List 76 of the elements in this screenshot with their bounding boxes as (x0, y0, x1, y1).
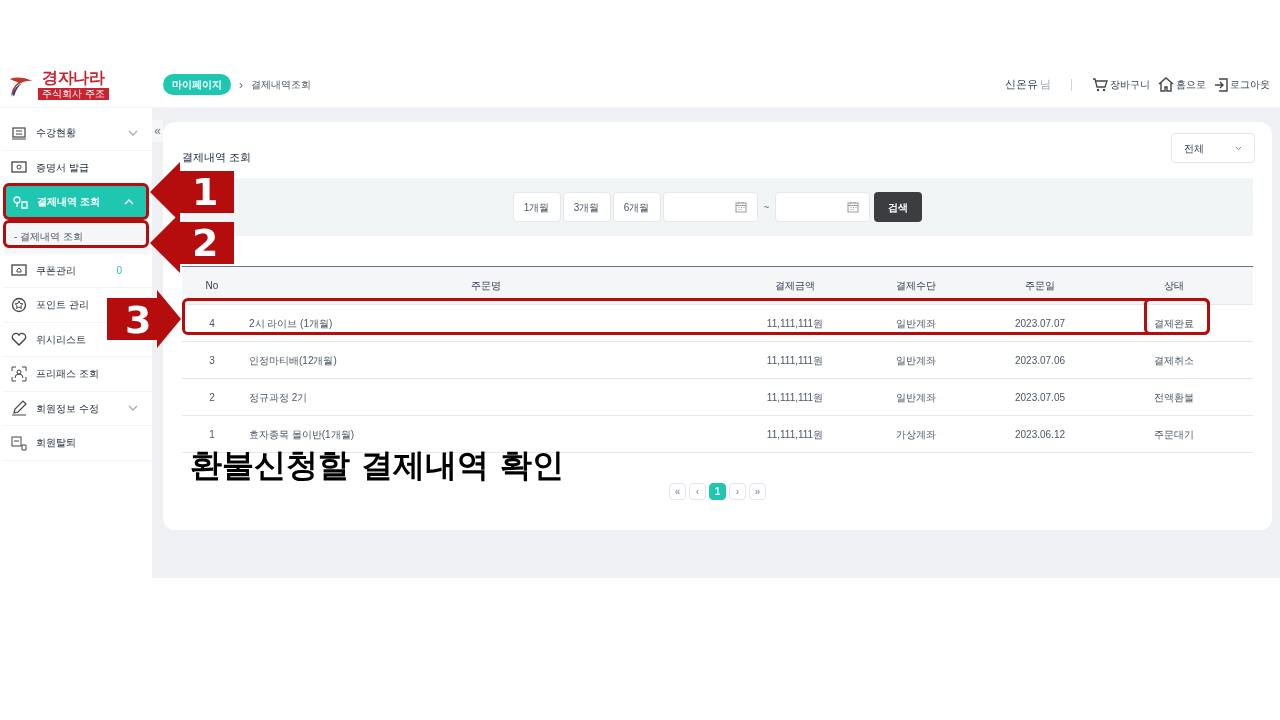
callout-number: 3 (125, 301, 152, 339)
header-link[interactable]: 장바구니 (1092, 77, 1150, 92)
date-separator: ~ (763, 200, 770, 215)
page-title: 결제내역 조회 (182, 149, 252, 165)
column-header: 주문명 (471, 279, 501, 293)
table-cell-text: 인정마티배(12개월) (249, 353, 337, 368)
sidebar-item[interactable]: 수강현황 (11, 120, 76, 145)
sidebar-item[interactable]: 회원정보 수정 (11, 396, 99, 421)
table-cell-text: 1 (209, 427, 215, 442)
sidebar-item[interactable]: 포인트 관리 (11, 292, 89, 317)
table-cell-text: 일반계좌 (896, 390, 936, 405)
table-cell-text: 2시 라이브 (1개월) (249, 316, 333, 331)
table-cell-text: 2023.07.06 (1014, 353, 1066, 368)
coupon-icon (11, 262, 27, 279)
header-link[interactable]: 홈으로 (1158, 77, 1206, 92)
star-badge-icon (11, 296, 27, 313)
search-button[interactable]: 검색 (874, 192, 923, 222)
table-cell-text: 2 (209, 390, 215, 405)
table-cell-text: 4 (209, 316, 215, 331)
period-button[interactable]: 6개월 (612, 192, 661, 222)
breadcrumb-current: 결제내역조회 (251, 78, 311, 92)
coupon-count: 0 (116, 263, 122, 278)
column-header: 결제금액 (775, 279, 815, 293)
chevron-icon (1235, 146, 1242, 150)
sidebar-item[interactable]: 프리패스 조회 (11, 361, 99, 386)
table-cell-text: 결제취소 (1154, 353, 1194, 368)
person-scan-icon (11, 365, 27, 382)
caption-text: 환불신청할 결제내역 확인 (190, 449, 565, 481)
date-field[interactable] (662, 192, 758, 222)
sidebar-item[interactable]: 쿠폰관리 (11, 258, 76, 283)
table-cell-text: 전액환불 (1154, 390, 1194, 405)
table-cell-text: 2023.07.05 (1014, 390, 1066, 405)
banknote-icon (11, 159, 27, 176)
table-cell-text: 11,111,111원 (766, 316, 824, 331)
user-remove-icon (11, 434, 27, 451)
table-cell-text: 2023.07.07 (1014, 316, 1066, 331)
column-header: 상태 (1164, 279, 1184, 293)
table-cell-text: 효자종목 몰이반(1개월) (249, 427, 354, 442)
period-button[interactable]: 1개월 (512, 192, 561, 222)
sidebar-item[interactable]: 위시리스트 (11, 327, 86, 352)
table-cell-text: 일반계좌 (896, 353, 936, 368)
heart-icon (11, 331, 27, 348)
laptop-icon (11, 124, 27, 141)
period-button[interactable]: 3개월 (562, 192, 611, 222)
table-cell-text: 11,111,111원 (766, 353, 824, 368)
logo-text: 경자나라 (42, 69, 105, 86)
table-cell-text: 2023.06.12 (1014, 427, 1066, 442)
breadcrumb-separator: › (239, 76, 243, 94)
header-link[interactable]: 로그아웃 (1214, 77, 1270, 92)
callout-number: 2 (192, 224, 219, 262)
bulb-icon (12, 193, 28, 210)
table-cell-text: 가상계좌 (896, 427, 936, 442)
table-cell-text: 일반계좌 (896, 316, 936, 331)
sidebar-item[interactable]: 회원탈퇴 (11, 430, 76, 455)
pen-icon (11, 400, 27, 417)
calendar-icon (734, 201, 747, 213)
sidebar-item[interactable]: 증명서 발급 (11, 155, 89, 180)
collapse-button[interactable]: « (152, 120, 163, 142)
home-icon (1158, 77, 1174, 92)
status-dropdown[interactable]: 전체 (1171, 133, 1255, 163)
table-cell-text: 11,111,111원 (766, 390, 824, 405)
callout-number: 1 (192, 173, 219, 211)
column-header: No (205, 279, 219, 293)
table-cell-text: 11,111,111원 (766, 427, 824, 442)
table-cell-text: 정규과정 2기 (249, 390, 308, 405)
column-header: 결제수단 (896, 279, 936, 293)
date-field[interactable] (775, 192, 871, 222)
table-cell-text: 주문대기 (1154, 427, 1194, 442)
logo-subtitle: 주식회사 주조 (38, 87, 109, 100)
logout-icon (1214, 77, 1228, 92)
table-cell-text: 결제완료 (1154, 316, 1194, 331)
column-header: 주문일 (1025, 279, 1055, 293)
cart-icon (1092, 77, 1108, 92)
calendar-icon (847, 201, 860, 213)
user-name: 신온유 님 (1005, 77, 1051, 93)
table-cell-text: 3 (209, 353, 215, 368)
